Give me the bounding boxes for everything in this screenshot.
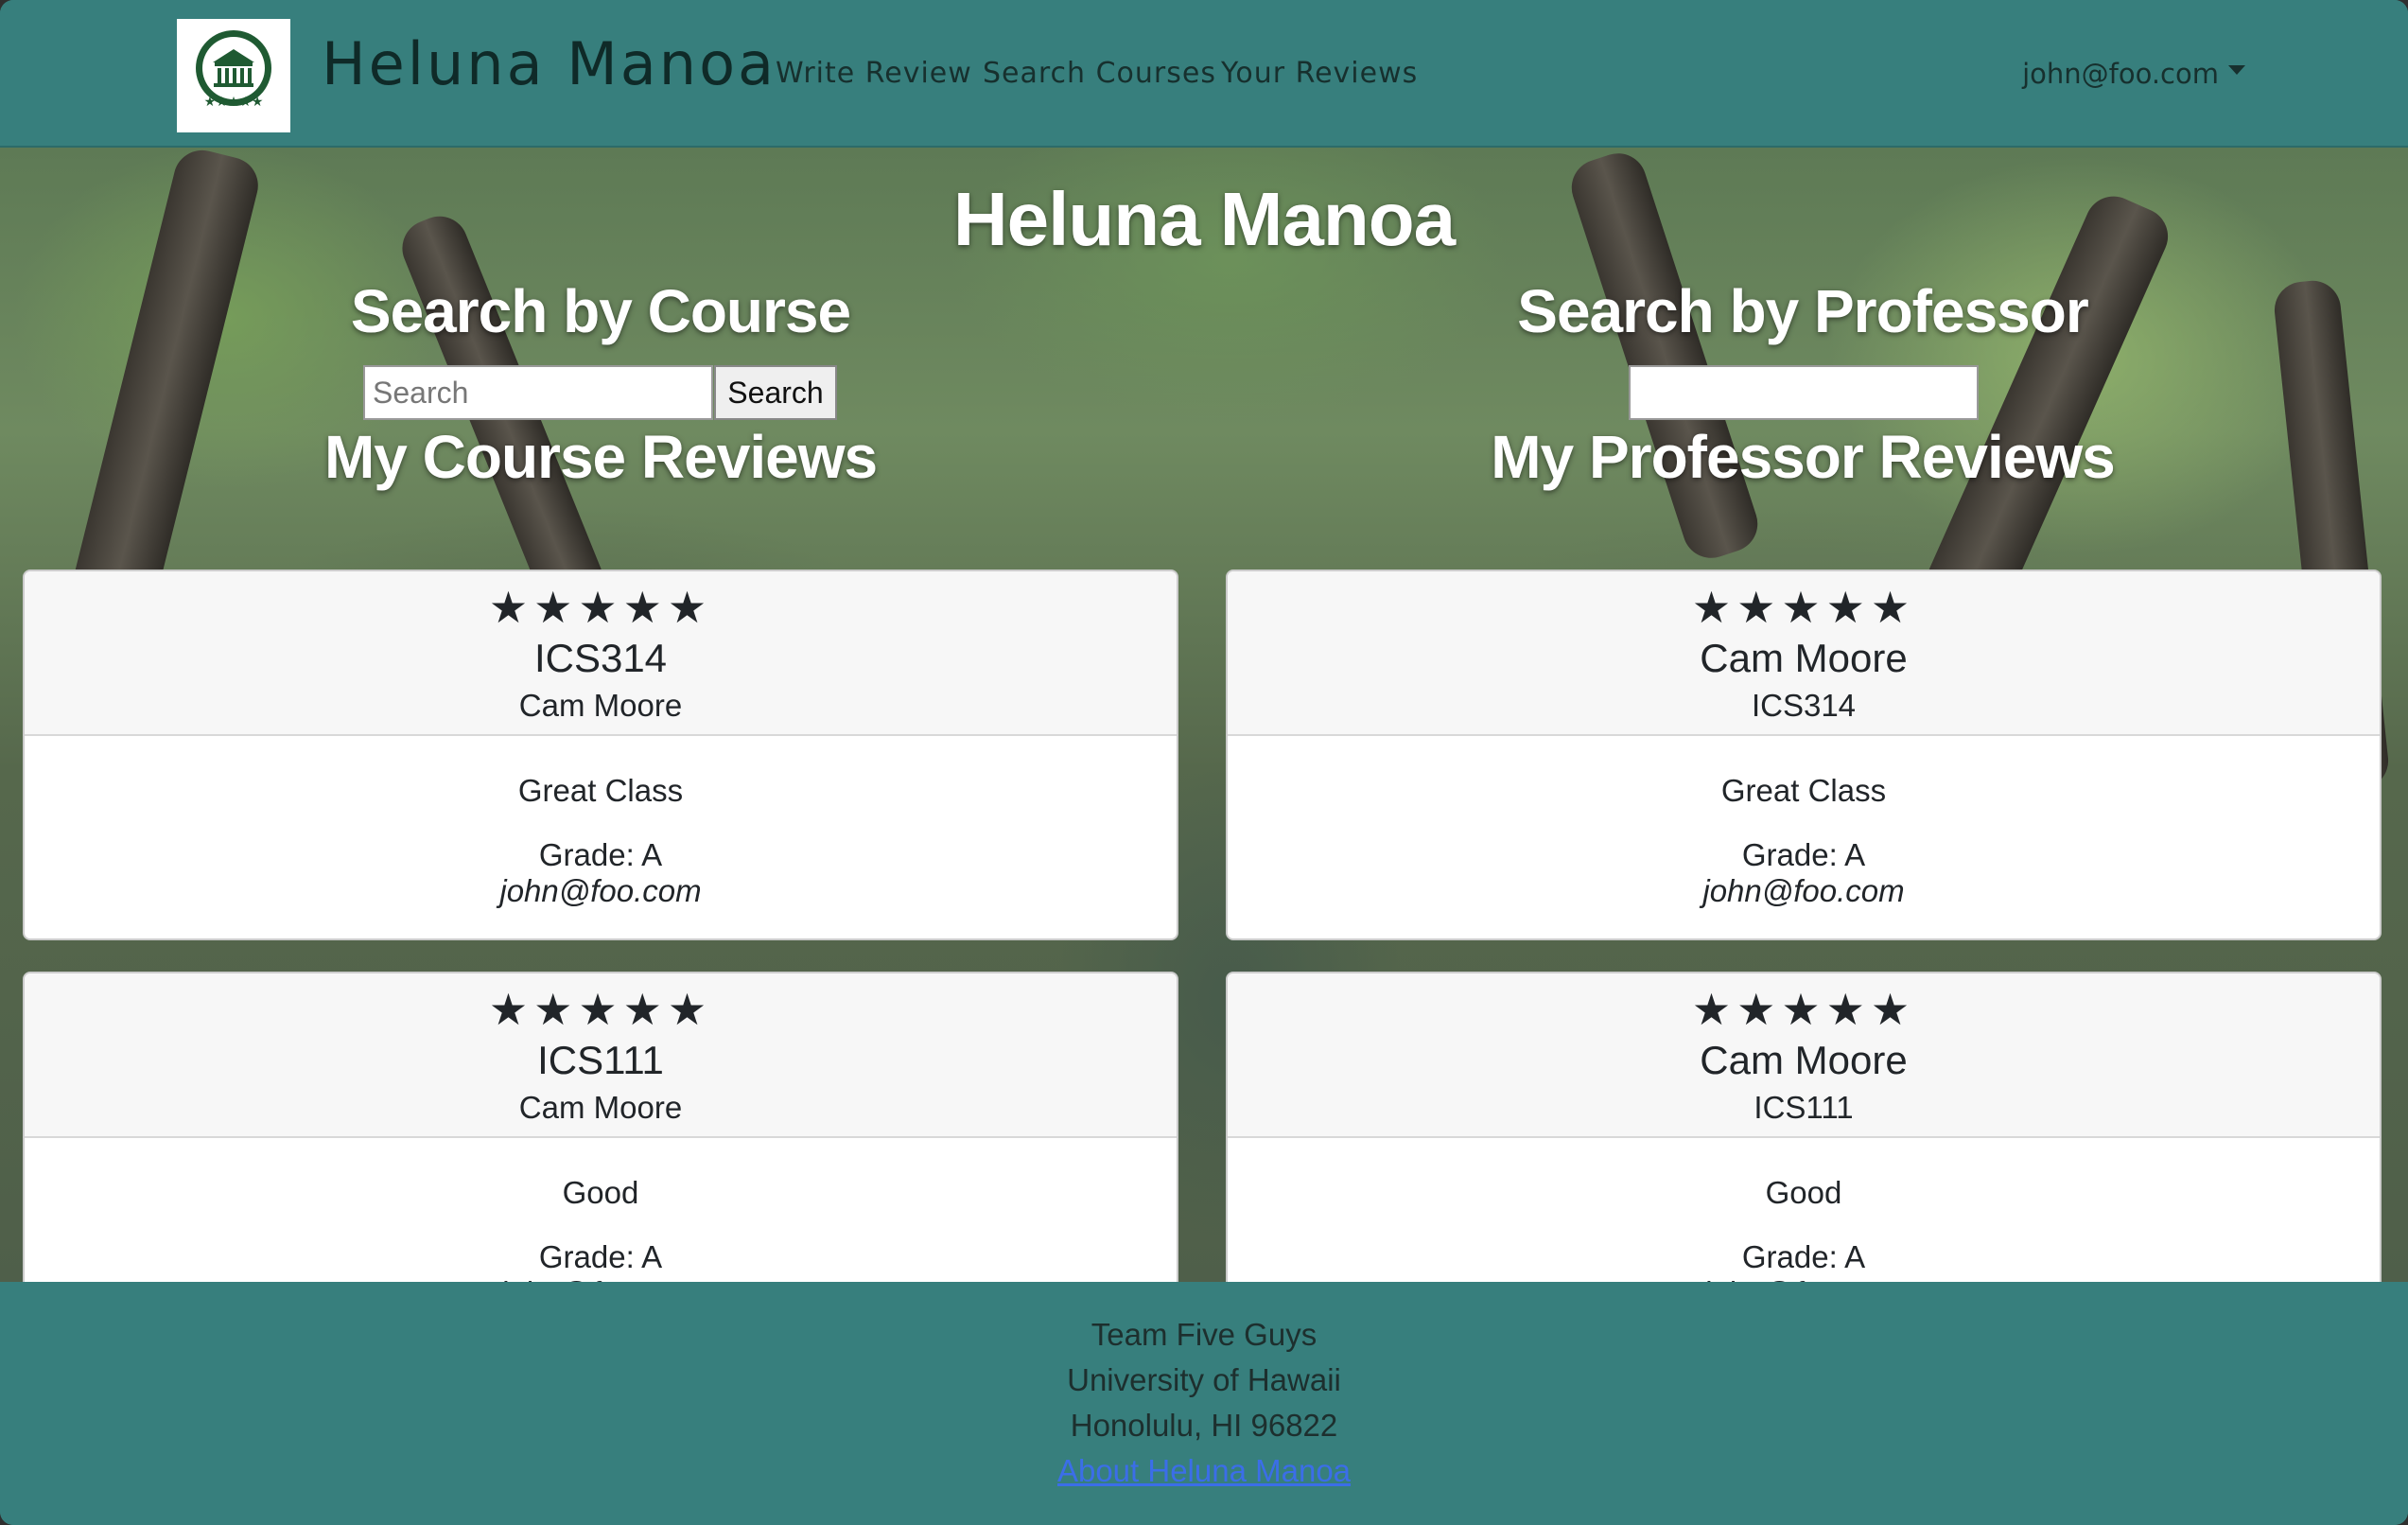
footer-address: Honolulu, HI 96822 [1070, 1408, 1338, 1443]
course-review-card: ★★★★★ ICS314 Cam Moore Great Class Grade… [23, 570, 1178, 940]
course-review-card: ★★★★★ ICS111 Cam Moore Good Grade: A joh… [23, 972, 1178, 1293]
course-reviews-title: My Course Reviews [323, 423, 878, 491]
course-name: ICS111 [1754, 1090, 1854, 1125]
user-email: john@foo.com [2022, 58, 2219, 90]
university-seal-icon: ★★★★★ [196, 30, 271, 110]
star-rating-icon: ★★★★★ [488, 985, 713, 1034]
review-comment: Great Class [1720, 773, 1887, 808]
professor-review-card: ★★★★★ Cam Moore ICS314 Great Class Grade… [1226, 570, 2382, 940]
card-body: Great Class Grade: A john@foo.com [25, 736, 1177, 935]
professor-review-card: ★★★★★ Cam Moore ICS111 Good Grade: A joh… [1226, 972, 2382, 1293]
course-name: ICS314 [1751, 688, 1857, 723]
card-body: Great Class Grade: A john@foo.com [1228, 736, 2380, 935]
logo[interactable]: ★★★★★ [177, 19, 290, 132]
card-body: Good Grade: A john@foo.com [1228, 1138, 2380, 1291]
professor-name: Cam Moore [1700, 636, 1908, 680]
review-comment: Good [562, 1175, 639, 1210]
card-header: ★★★★★ Cam Moore ICS314 [1228, 571, 2380, 736]
review-comment: Great Class [517, 773, 684, 808]
star-rating-icon: ★★★★★ [1691, 583, 1916, 632]
caret-down-icon [2228, 65, 2245, 75]
brand-title[interactable]: Heluna Manoa [322, 25, 776, 104]
footer-university: University of Hawaii [1067, 1362, 1341, 1397]
review-comment: Good [1765, 1175, 1842, 1210]
star-rating-icon: ★★★★★ [1691, 985, 1916, 1034]
reviewer-email: john@foo.com [1702, 873, 1905, 908]
course-search-title: Search by Course [350, 277, 851, 345]
svg-text:★★★★★: ★★★★★ [204, 95, 264, 110]
footer: Team Five Guys University of Hawaii Hono… [0, 1282, 2408, 1525]
course-name: ICS314 [533, 636, 668, 680]
card-header: ★★★★★ Cam Moore ICS111 [1228, 973, 2380, 1138]
professor-reviews-title: My Professor Reviews [1491, 423, 2115, 491]
card-header: ★★★★★ ICS314 Cam Moore [25, 571, 1177, 736]
course-search-button[interactable]: Search [714, 365, 837, 420]
star-rating-icon: ★★★★★ [488, 583, 713, 632]
navbar: ★★★★★ Heluna Manoa Write Review Search C… [0, 0, 2408, 148]
card-header: ★★★★★ ICS111 Cam Moore [25, 973, 1177, 1138]
hero-title: Heluna Manoa [952, 177, 1456, 261]
card-body: Good Grade: A john@foo.com [25, 1138, 1177, 1291]
professor-search-title: Search by Professor [1517, 277, 2089, 345]
user-dropdown[interactable]: john@foo.com [2022, 53, 2245, 95]
nav-search-courses[interactable]: Search Courses [983, 53, 1216, 95]
course-name: ICS111 [537, 1038, 664, 1082]
about-link[interactable]: About Heluna Manoa [1057, 1453, 1351, 1488]
browser-viewport: ★★★★★ Heluna Manoa Write Review Search C… [0, 0, 2408, 1525]
professor-search-input[interactable] [1629, 365, 1979, 420]
professor-name: Cam Moore [518, 688, 683, 723]
course-search-input[interactable] [363, 365, 713, 420]
reviewer-email: john@foo.com [499, 873, 702, 908]
footer-team: Team Five Guys [1091, 1317, 1317, 1352]
professor-name: Cam Moore [518, 1090, 683, 1125]
nav-your-reviews[interactable]: Your Reviews [1221, 53, 1418, 95]
nav-write-review[interactable]: Write Review [776, 53, 972, 95]
professor-name: Cam Moore [1700, 1038, 1908, 1082]
